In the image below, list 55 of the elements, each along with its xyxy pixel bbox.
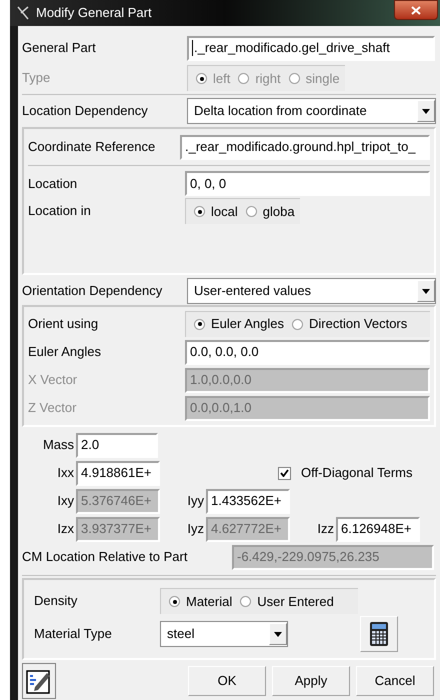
field-label: Iyz (186, 520, 204, 538)
field-label: Izx (56, 520, 74, 538)
dropdown-button[interactable] (417, 100, 435, 122)
field-label: Ixy (56, 492, 74, 510)
calculator-icon (369, 621, 389, 647)
close-icon (411, 6, 421, 14)
radio-option[interactable]: globa (246, 202, 295, 222)
dialog-button[interactable]: OK (188, 666, 266, 696)
radio-option[interactable]: User Entered (240, 592, 334, 612)
dropdown[interactable]: Delta location from coordinate (187, 98, 436, 124)
dropdown[interactable]: steel (160, 621, 288, 647)
dialog-button[interactable]: Apply (272, 666, 350, 696)
text-field[interactable]: 1.433562E+ (206, 488, 290, 514)
text-field[interactable]: ._rear_modificado.ground.hpl_tripot_to_ (180, 134, 430, 160)
field-label: X Vector (28, 371, 78, 390)
field-label: Location in (28, 202, 92, 220)
dialog-button[interactable]: Cancel (356, 666, 434, 696)
text-field[interactable]: 0.0, 0.0, 0.0 (185, 340, 430, 364)
text-field[interactable]: 4.918861E+ (76, 460, 160, 486)
dropdown[interactable]: User-entered values (187, 278, 436, 304)
field-label: Izz (316, 520, 334, 538)
field-label: Coordinate Reference (28, 138, 156, 156)
field-label: Density (34, 592, 78, 610)
radio-option[interactable]: local (194, 202, 238, 222)
field-label: Location Dependency (22, 102, 149, 120)
caret-icon (422, 108, 430, 114)
radio-option[interactable]: Direction Vectors (292, 314, 408, 334)
field-label: CM Location Relative to Part (22, 548, 188, 566)
radio-option[interactable]: Material (169, 592, 232, 612)
field-label: Orientation Dependency (22, 282, 164, 300)
field-label: Euler Angles (28, 343, 102, 362)
field-label: Mass (42, 436, 74, 454)
field-label: General Part (22, 39, 97, 58)
field-label: Ixx (56, 464, 74, 482)
off-diagonal-checkbox[interactable]: Off-Diagonal Terms (278, 463, 413, 483)
field-label: Type (22, 69, 52, 88)
field-label: Location (28, 174, 78, 193)
field-label: Orient using (28, 314, 100, 333)
field-label: Iyy (186, 492, 204, 510)
text-field[interactable]: 6.126948E+ (336, 516, 420, 542)
window-title: Modify General Part (36, 4, 152, 22)
field-label: Z Vector (28, 399, 78, 418)
dropdown-button[interactable] (417, 280, 435, 302)
text-field[interactable]: 2.0 (76, 432, 158, 458)
field-label: Material Type (34, 625, 113, 644)
caret-icon (422, 288, 430, 294)
radio-option[interactable]: Euler Angles (194, 314, 284, 334)
dropdown-button[interactable] (269, 623, 287, 645)
app-icon (16, 6, 30, 20)
edit-notes-button[interactable] (22, 663, 56, 699)
text-field[interactable]: 0, 0, 0 (185, 171, 430, 196)
calculator-button[interactable] (360, 616, 398, 652)
close-button[interactable] (394, 0, 438, 20)
caret-icon (274, 632, 282, 636)
text-field[interactable]: ._rear_modificado.gel_drive_shaft (187, 36, 435, 60)
